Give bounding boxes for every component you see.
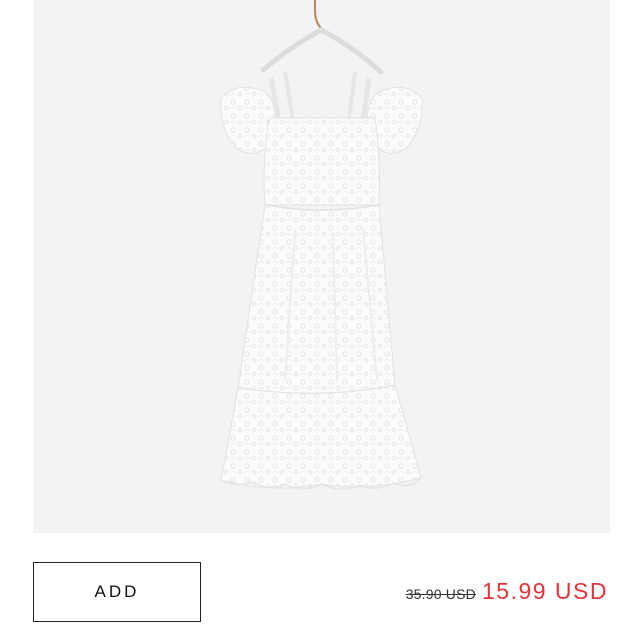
dress-on-hanger-illustration [220, 0, 423, 490]
sale-price: 15.99 USD [481, 578, 608, 604]
hanger-bar [260, 27, 384, 75]
product-card: ADD 35.90 USD 15.99 USD [0, 0, 640, 640]
price-row: 35.90 USD 15.99 USD [406, 578, 608, 605]
hanger-hook [314, 0, 322, 29]
original-price: 35.90 USD [405, 586, 476, 602]
add-to-cart-button[interactable]: ADD [33, 562, 201, 622]
product-image[interactable] [33, 0, 610, 533]
